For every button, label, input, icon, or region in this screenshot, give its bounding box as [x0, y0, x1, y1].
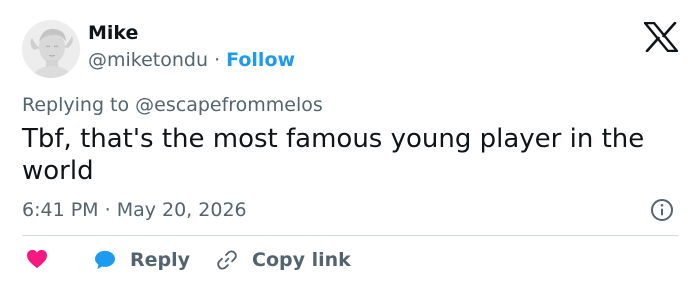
copy-link-label: Copy link — [252, 249, 351, 271]
tweet-time: 6:41 PM — [22, 199, 99, 221]
timestamp-separator: · — [98, 199, 117, 221]
author-handle[interactable]: @miketondu — [88, 49, 208, 71]
statue-head-avatar-image — [22, 20, 80, 78]
reply-context: Replying to @escapefrommelos — [22, 92, 323, 118]
author-name[interactable]: Mike — [88, 21, 138, 45]
tweet-timestamp[interactable]: 6:41 PM · May 20, 2026 — [22, 197, 247, 223]
link-icon — [217, 250, 237, 270]
follow-button[interactable]: Follow — [226, 49, 295, 71]
reply-button-label: Reply — [130, 249, 191, 271]
info-icon[interactable] — [650, 198, 674, 222]
reply-context-prefix: Replying to — [22, 94, 136, 116]
avatar[interactable] — [22, 20, 80, 78]
heart-icon[interactable] — [26, 249, 48, 269]
tweet-embed-card: Mike @miketondu · Follow Replying to @es… — [0, 0, 700, 287]
x-logo-icon[interactable] — [644, 22, 678, 52]
divider — [22, 235, 678, 236]
tweet-text: Tbf, that's the most famous young player… — [22, 124, 645, 186]
chat-bubble-icon — [95, 250, 115, 270]
author-handle-row: @miketondu · Follow — [88, 48, 295, 72]
reply-mention-link[interactable]: @escapefrommelos — [135, 94, 323, 116]
handle-separator: · — [208, 49, 227, 71]
tweet-date: May 20, 2026 — [116, 199, 247, 221]
